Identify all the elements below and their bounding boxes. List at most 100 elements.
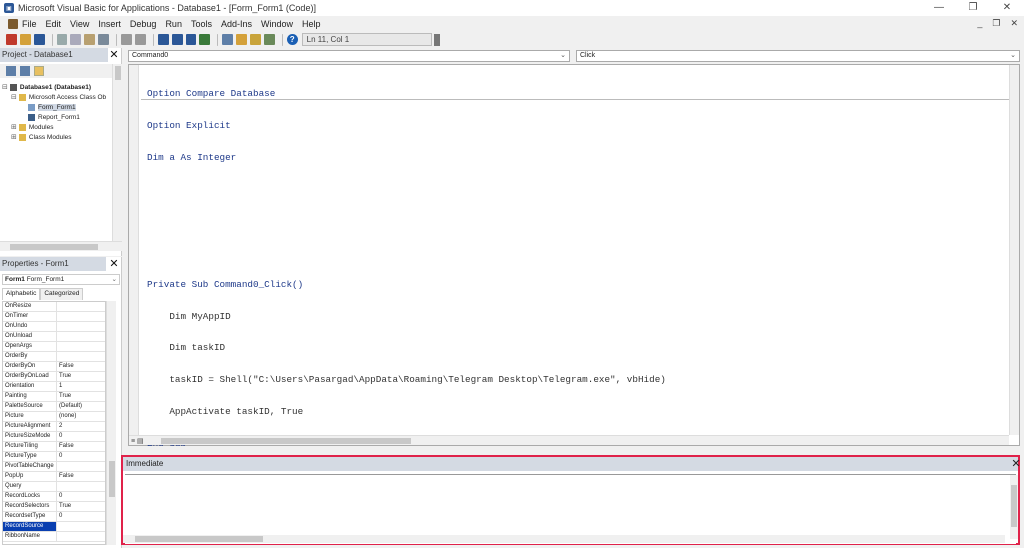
property-row[interactable]: Painting True [3,392,105,402]
redo-icon[interactable] [134,34,146,45]
tree-item-access-class-objects[interactable]: ⊟ Microsoft Access Class Ob [2,92,112,102]
property-row[interactable]: OnUnload [3,332,105,342]
property-row[interactable]: RibbonName [3,532,105,542]
code-line[interactable]: taskID = Shell("C:\Users\Pasargad\AppDat… [147,375,666,386]
code-line[interactable]: Dim taskID [147,343,666,354]
scroll-thumb[interactable] [109,461,115,497]
immediate-close-icon[interactable]: ✕ [1010,458,1022,470]
expand-icon[interactable]: ⊞ [11,133,17,141]
code-margin[interactable] [129,65,139,435]
tree-item-form-form1[interactable]: Form_Form1 [2,102,112,112]
property-row[interactable]: OrderByOn False [3,362,105,372]
code-line[interactable]: Dim a As Integer [147,152,666,164]
property-value[interactable]: 2 [57,422,105,431]
immediate-input[interactable] [125,474,1016,544]
code-horizontal-scrollbar[interactable]: ≡ ▤ [129,435,1009,445]
view-object-icon[interactable] [20,66,30,76]
restore-button[interactable]: ❐ [956,0,990,16]
tree-item-database1[interactable]: ⊟ Database1 (Database1) [2,82,112,92]
reset-icon[interactable] [185,34,197,45]
toolbox-icon[interactable] [263,34,275,45]
property-value[interactable]: 0 [57,512,105,521]
property-value[interactable] [57,312,105,321]
menu-tools[interactable]: Tools [191,19,212,29]
break-icon[interactable] [171,34,183,45]
property-value[interactable] [57,482,105,491]
code-editor[interactable]: Option Compare Database Option Explicit … [128,64,1020,448]
property-row[interactable]: Picture (none) [3,412,105,422]
project-close-icon[interactable]: ✕ [108,49,120,61]
property-value[interactable]: (Default) [57,402,105,411]
expand-icon[interactable]: ⊞ [11,123,17,131]
property-value[interactable] [57,342,105,351]
scroll-thumb[interactable] [115,66,121,80]
tree-item-class-modules[interactable]: ⊞ Class Modules [2,132,112,142]
chevron-down-icon[interactable]: ⌄ [560,51,566,61]
property-row[interactable]: PivotTableChange [3,462,105,472]
menu-window[interactable]: Window [261,19,293,29]
property-value[interactable]: False [57,472,105,481]
undo-icon[interactable] [121,34,132,45]
properties-close-icon[interactable]: ✕ [108,258,120,270]
property-value[interactable]: 0 [57,432,105,441]
code-text[interactable]: Option Compare Database Option Explicit … [147,68,666,471]
property-row-selected[interactable]: RecordSource [3,522,105,532]
property-row[interactable]: Orientation 1 [3,382,105,392]
property-value[interactable]: 0 [57,452,105,461]
property-value[interactable]: 1 [57,382,105,391]
view-code-icon[interactable] [6,66,16,76]
find-icon[interactable] [98,34,110,45]
code-line[interactable]: Private Sub Command0_Click() [147,279,666,291]
property-row[interactable]: PopUp False [3,472,105,482]
menu-view[interactable]: View [70,19,89,29]
close-button[interactable]: ✕ [990,0,1024,16]
property-value[interactable]: True [57,372,105,381]
chevron-down-icon[interactable]: ⌄ [1010,51,1016,61]
mdi-close-button[interactable]: ✕ [1010,16,1018,31]
property-value[interactable] [57,352,105,361]
immediate-horizontal-scrollbar[interactable] [123,535,1005,543]
property-row[interactable]: RecordsetType 0 [3,512,105,522]
tab-categorized[interactable]: Categorized [40,288,84,300]
property-row[interactable]: OnTimer [3,312,105,322]
tree-item-modules[interactable]: ⊞ Modules [2,122,112,132]
scroll-thumb[interactable] [1011,485,1017,527]
property-value[interactable]: False [57,442,105,451]
object-combo[interactable]: Command0 ⌄ [128,50,570,62]
property-row[interactable]: OpenArgs [3,342,105,352]
procedure-combo[interactable]: Click ⌄ [576,50,1020,62]
property-row[interactable]: RecordLocks 0 [3,492,105,502]
menu-insert[interactable]: Insert [98,19,121,29]
properties-window-icon[interactable] [236,34,248,45]
tab-alphabetic[interactable]: Alphabetic [2,288,41,300]
property-row[interactable]: OrderBy [3,352,105,362]
code-line[interactable]: AppActivate taskID, True [147,406,666,418]
access-icon[interactable] [8,18,18,29]
toggle-folders-icon[interactable] [34,66,44,76]
property-row[interactable]: OnResize [3,302,105,312]
minimize-button[interactable]: — [922,0,956,16]
property-value[interactable] [57,302,105,311]
menu-debug[interactable]: Debug [130,19,157,29]
property-value[interactable]: 0 [57,492,105,501]
property-value[interactable] [57,522,105,531]
property-row[interactable]: PictureAlignment 2 [3,422,105,432]
design-mode-icon[interactable] [199,34,211,45]
cut-icon[interactable] [56,34,68,45]
chevron-down-icon[interactable]: ⌄ [112,275,117,284]
project-explorer-icon[interactable] [222,34,234,45]
property-value[interactable] [57,532,105,541]
property-row[interactable]: PictureTiling False [3,442,105,452]
immediate-vertical-scrollbar[interactable] [1010,475,1018,539]
properties-vertical-scrollbar[interactable] [106,301,116,545]
view-access-icon[interactable] [6,34,17,45]
code-line[interactable]: Option Explicit [147,120,666,132]
scroll-thumb[interactable] [161,438,411,444]
property-value[interactable] [57,322,105,331]
code-vertical-scrollbar[interactable] [1009,65,1019,435]
code-line[interactable] [147,185,666,196]
property-value[interactable]: True [57,392,105,401]
help-icon[interactable]: ? [286,34,298,45]
menu-file[interactable]: File [22,19,37,29]
menu-add-ins[interactable]: Add-Ins [221,19,252,29]
